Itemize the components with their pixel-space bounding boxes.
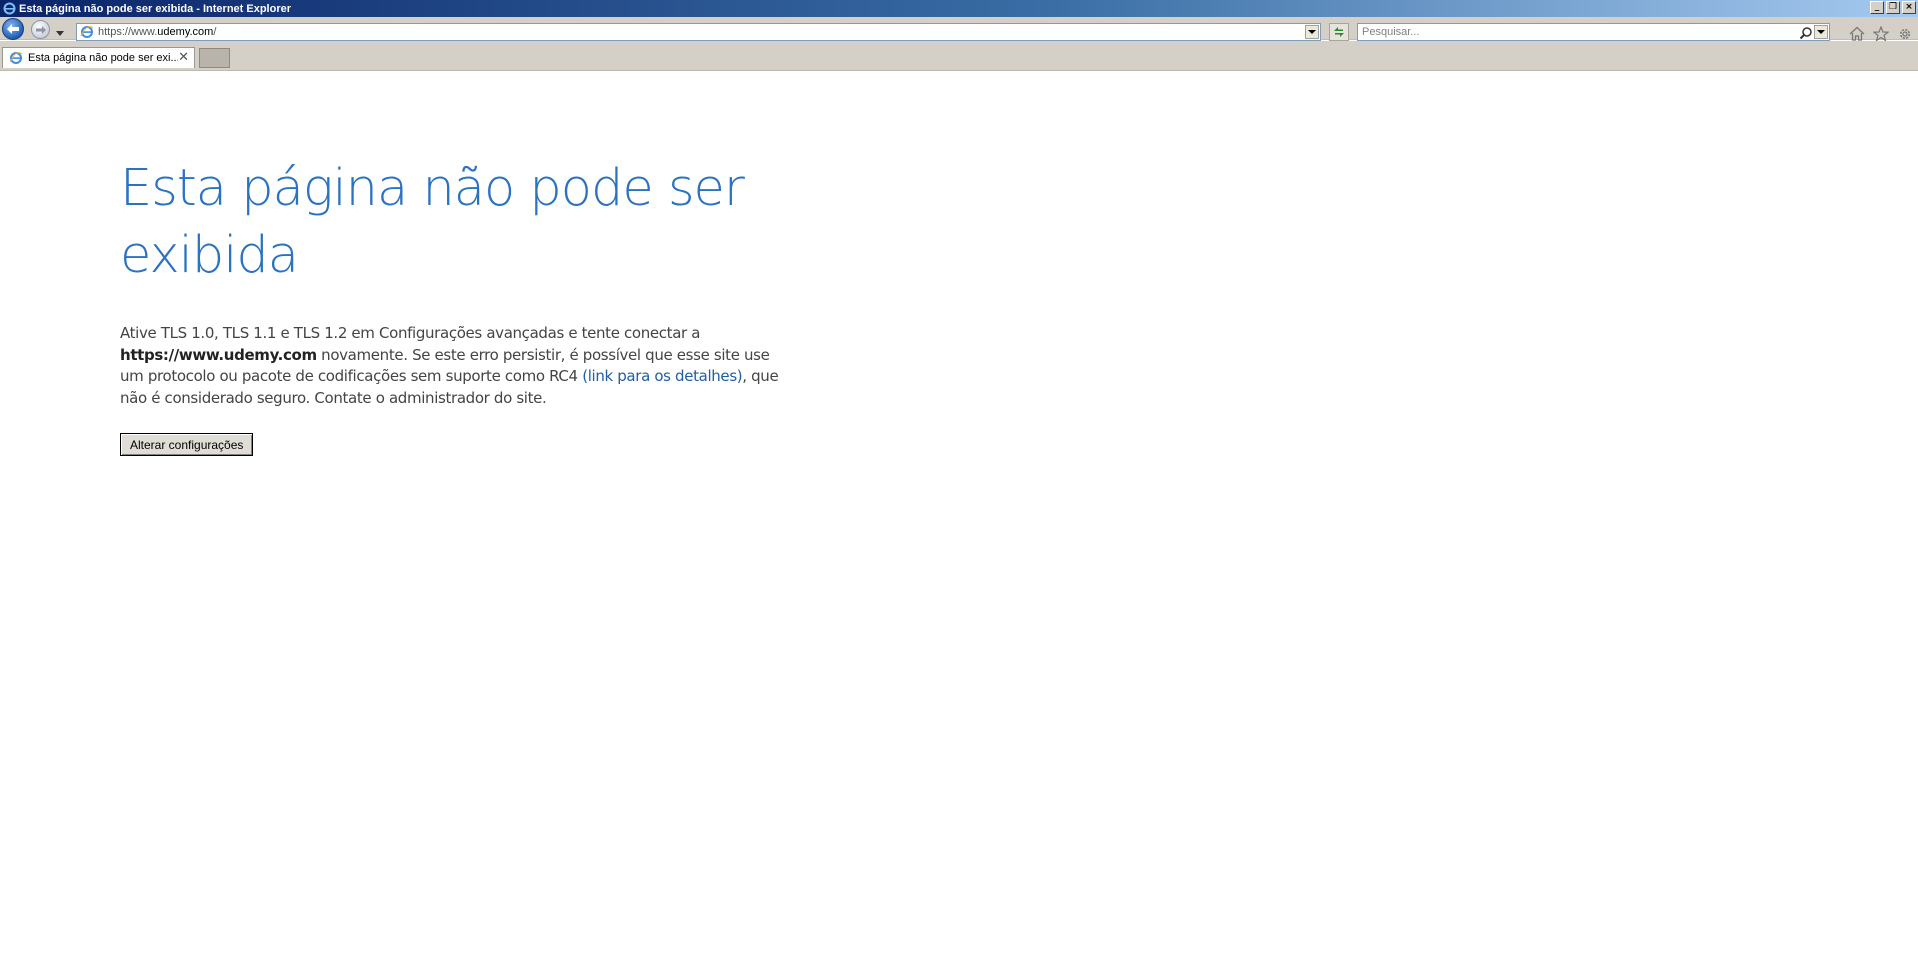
search-input[interactable]: Pesquisar... [1357, 23, 1830, 41]
error-content: Esta página não pode ser exibida Ative T… [120, 155, 780, 456]
search-dropdown-button[interactable] [1814, 25, 1828, 39]
close-button[interactable]: × [1902, 1, 1916, 14]
refresh-button[interactable] [1329, 23, 1349, 41]
search-button[interactable] [1799, 25, 1813, 40]
search-placeholder: Pesquisar... [1362, 26, 1420, 38]
chevron-down-icon [56, 31, 64, 36]
page-title: Esta página não pode ser exibida [120, 159, 745, 285]
chevron-down-icon [1817, 30, 1825, 34]
address-url: https://www.udemy.com/ [98, 26, 216, 38]
window-titlebar: Esta página não pode ser exibida - Inter… [0, 0, 1918, 17]
star-icon [1872, 25, 1889, 42]
new-tab-button[interactable] [199, 48, 230, 68]
change-settings-button[interactable]: Alterar configurações [120, 433, 254, 456]
address-bar[interactable]: https://www.udemy.com/ [76, 23, 1321, 41]
page-ie-icon [9, 51, 23, 65]
gear-icon [1899, 28, 1910, 39]
tab-label: Esta página não pode ser exi... [28, 52, 178, 64]
tools-button[interactable] [1896, 25, 1913, 42]
home-button[interactable] [1848, 25, 1865, 42]
back-button[interactable] [2, 18, 24, 40]
ie-logo-icon [2, 2, 16, 16]
recent-pages-dropdown[interactable] [55, 23, 65, 36]
description-part-1: Ative TLS 1.0, TLS 1.1 e TLS 1.2 em Conf… [120, 324, 701, 342]
tab-strip: Esta página não pode ser exi... ✕ [0, 41, 1918, 71]
url-domain: udemy.com [157, 26, 214, 38]
chevron-down-icon [1308, 30, 1316, 34]
site-url: https://www.udemy.com [120, 345, 317, 364]
forward-arrow-icon [35, 25, 46, 34]
home-icon [1849, 26, 1864, 41]
minimize-button[interactable]: _ [1870, 1, 1884, 14]
restore-button[interactable]: ❐ [1886, 1, 1900, 14]
refresh-icon [1334, 27, 1344, 37]
tab-current[interactable]: Esta página não pode ser exi... ✕ [2, 47, 195, 68]
error-description: Ative TLS 1.0, TLS 1.1 e TLS 1.2 em Conf… [120, 323, 780, 409]
favorites-button[interactable] [1872, 25, 1889, 42]
toolbar-icons [1848, 25, 1913, 42]
page-ie-icon [80, 25, 94, 39]
address-dropdown-button[interactable] [1305, 25, 1319, 39]
forward-button[interactable] [31, 20, 50, 39]
details-link[interactable]: (link para os detalhes) [582, 367, 742, 385]
window-controls: _ ❐ × [1870, 1, 1916, 14]
window-title: Esta página não pode ser exibida - Inter… [19, 2, 292, 15]
magnifier-icon [1799, 27, 1812, 40]
url-suffix: / [213, 26, 217, 38]
back-arrow-icon [7, 24, 19, 34]
url-prefix: https://www. [98, 26, 158, 38]
tab-close-button[interactable]: ✕ [178, 50, 189, 65]
